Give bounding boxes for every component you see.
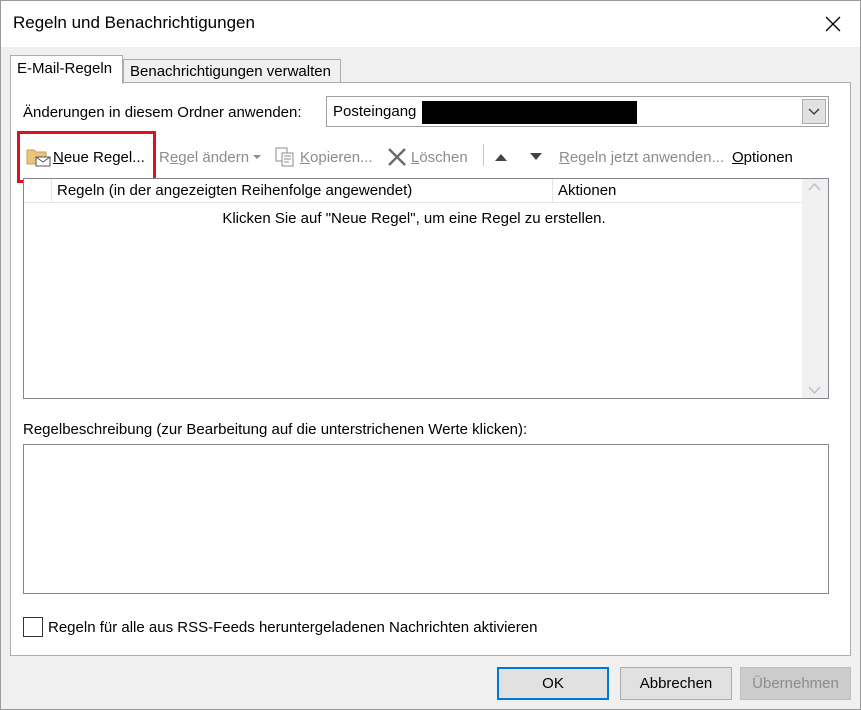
new-rule-label: eue Regel... [63,148,145,166]
new-rule-button[interactable]: Neue Regel... [26,145,145,169]
rule-description-label: Regelbeschreibung (zur Bearbeitung auf d… [23,421,528,438]
cancel-button[interactable]: Abbrechen [620,667,732,700]
title-bar: Regeln und Benachrichtigungen [1,1,860,47]
chevron-down-icon [808,108,820,115]
ok-button[interactable]: OK [497,667,609,700]
scroll-up-icon[interactable] [808,182,821,192]
move-down-button[interactable] [528,145,544,169]
copy-icon [275,147,294,167]
rss-rules-checkbox[interactable] [23,617,43,637]
folder-label: Änderungen in diesem Ordner anwenden: [23,104,302,121]
copy-mnemonic: K [300,148,311,166]
options-label: ptionen [743,148,793,166]
change-rule-button[interactable]: Re gel ändern [159,145,262,169]
rules-list[interactable]: Regeln (in der angezeigten Reihenfolge a… [23,178,829,399]
window-title: Regeln und Benachrichtigungen [13,13,255,32]
column-header-check[interactable] [24,179,52,203]
new-rule-mnemonic: N [53,148,64,166]
options-mnemonic: O [732,148,744,166]
column-header-actions[interactable]: Aktionen [553,179,802,203]
close-button[interactable] [818,10,848,38]
arrow-up-icon [495,154,507,161]
change-rule-label-pre: R [159,148,170,166]
copy-button[interactable]: Kopieren... [274,145,373,169]
rule-description-box[interactable] [23,444,829,594]
toolbar-separator [483,144,484,166]
apply-button[interactable]: Übernehmen [740,667,851,700]
delete-x-icon [388,148,406,166]
tab-email-rules[interactable]: E-Mail-Regeln [10,55,123,84]
tab-manage-notifications[interactable]: Benachrichtigungen verwalten [123,59,341,83]
apply-rules-now-button[interactable]: Regeln jetzt anwenden... [559,145,724,169]
arrow-down-icon [530,153,542,160]
caret-down-icon [253,155,262,159]
rules-list-scrollbar[interactable] [802,179,828,398]
delete-label: öschen [419,148,468,166]
empty-list-message: Klicken Sie auf "Neue Regel", um eine Re… [222,210,606,227]
options-button[interactable]: Optionen [732,145,793,169]
new-rule-icon [26,149,51,167]
close-icon [825,16,841,32]
apply-now-mnemonic: R [559,148,570,166]
scroll-down-icon[interactable] [808,385,821,395]
apply-now-label: egeln jetzt anwenden... [569,148,725,166]
delete-button[interactable]: Löschen [386,145,468,169]
move-up-button[interactable] [493,145,509,169]
folder-select-value: Posteingang [333,103,417,120]
copy-label: opieren... [310,148,373,166]
folder-select[interactable]: Posteingang [326,96,829,127]
change-rule-label: gel ändern [178,148,250,166]
delete-mnemonic: L [411,148,420,166]
folder-dropdown-button[interactable] [802,99,826,124]
rss-rules-label[interactable]: Regeln für alle aus RSS-Feeds herunterge… [48,619,537,636]
column-header-rules[interactable]: Regeln (in der angezeigten Reihenfolge a… [52,179,553,203]
change-rule-mnemonic: e [169,148,179,166]
redacted-account [422,101,637,124]
